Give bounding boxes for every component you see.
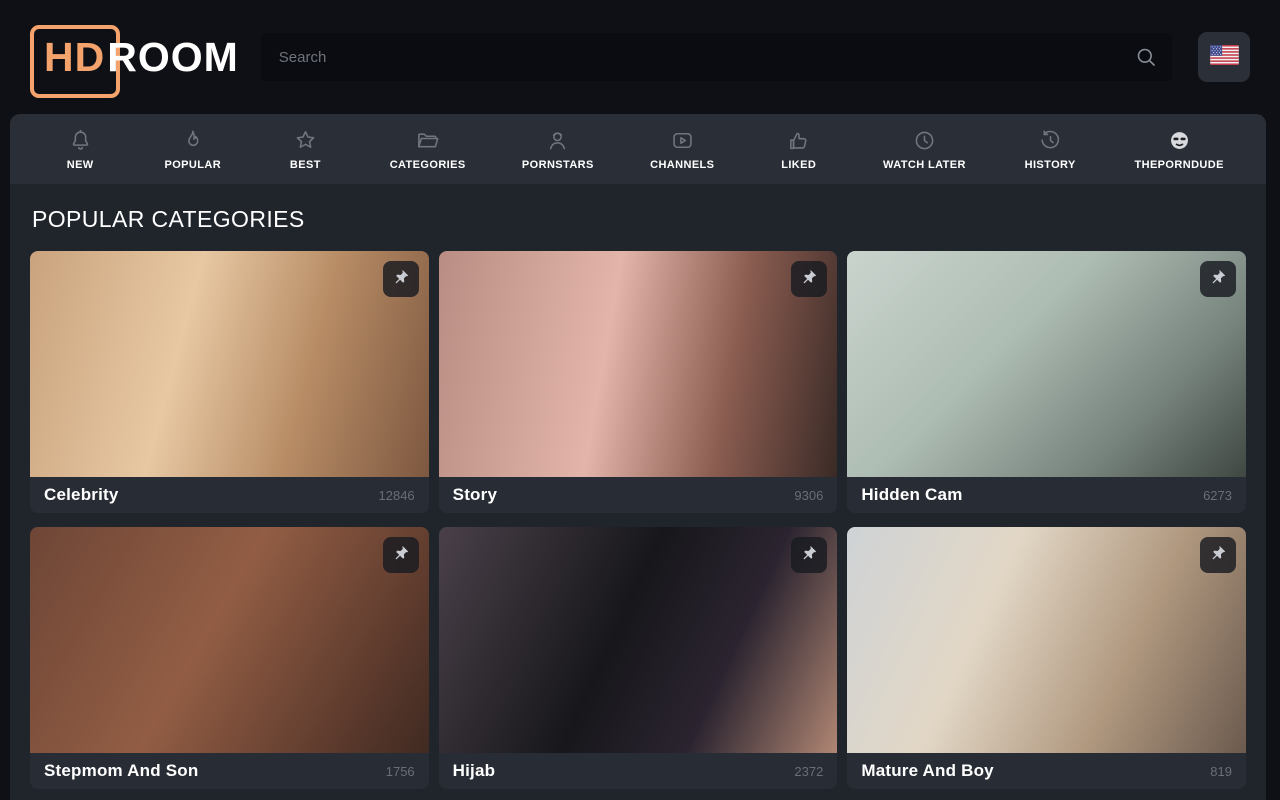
category-title: Mature And Boy — [861, 761, 994, 781]
site-logo[interactable]: HD ROOM — [30, 25, 239, 90]
pin-icon — [1208, 267, 1228, 292]
pin-button[interactable] — [791, 537, 827, 573]
nav-item-label: PORNSTARS — [522, 159, 594, 171]
category-thumbnail — [847, 251, 1246, 477]
category-title: Stepmom And Son — [44, 761, 198, 781]
language-button[interactable] — [1198, 32, 1250, 82]
play-channel-icon — [669, 127, 696, 154]
pin-icon — [391, 543, 411, 568]
page-title: POPULAR CATEGORIES — [32, 206, 1246, 233]
nav-item[interactable]: THEPORNDUDE — [1134, 127, 1223, 171]
category-title: Story — [453, 485, 497, 505]
logo-hd-text: HD — [44, 37, 105, 78]
content-wrapper: NEW POPULAR BEST CATEGORIES PORNSTARS CH… — [10, 114, 1266, 800]
nav-item[interactable]: CATEGORIES — [390, 127, 466, 171]
nav-item-label: CATEGORIES — [390, 159, 466, 171]
pin-button[interactable] — [791, 261, 827, 297]
category-thumbnail — [847, 527, 1246, 753]
nav-item-label: POPULAR — [164, 159, 221, 171]
nav-item-label: THEPORNDUDE — [1134, 159, 1223, 171]
nav-item[interactable]: BEST — [277, 127, 333, 171]
top-header: HD ROOM — [0, 0, 1280, 114]
category-count: 6273 — [1203, 488, 1232, 503]
nav-item-label: NEW — [67, 159, 94, 171]
star-icon — [292, 127, 319, 154]
pin-icon — [799, 267, 819, 292]
search-input[interactable] — [261, 33, 1172, 81]
category-title: Hijab — [453, 761, 496, 781]
category-card-footer: Stepmom And Son 1756 — [30, 753, 429, 789]
category-count: 819 — [1210, 764, 1232, 779]
category-title: Hidden Cam — [861, 485, 962, 505]
category-card-footer: Hidden Cam 6273 — [847, 477, 1246, 513]
search-icon[interactable] — [1134, 45, 1158, 69]
bell-icon — [67, 127, 94, 154]
sunglasses-face-icon — [1166, 127, 1193, 154]
category-card-footer: Hijab 2372 — [439, 753, 838, 789]
category-count: 9306 — [794, 488, 823, 503]
category-card[interactable]: Celebrity 12846 — [30, 251, 429, 513]
category-thumbnail — [439, 527, 838, 753]
nav-item[interactable]: POPULAR — [164, 127, 221, 171]
category-card[interactable]: Mature And Boy 819 — [847, 527, 1246, 789]
category-thumbnail — [30, 251, 429, 477]
category-card[interactable]: Story 9306 — [439, 251, 838, 513]
category-count: 1756 — [386, 764, 415, 779]
pin-icon — [799, 543, 819, 568]
category-card[interactable]: Hijab 2372 — [439, 527, 838, 789]
category-grid: Celebrity 12846 Story 9306 Hidden Cam 62… — [30, 251, 1246, 789]
folder-icon — [414, 127, 441, 154]
nav-item[interactable]: PORNSTARS — [522, 127, 594, 171]
nav-item[interactable]: HISTORY — [1022, 127, 1078, 171]
pin-button[interactable] — [383, 537, 419, 573]
category-card-footer: Celebrity 12846 — [30, 477, 429, 513]
thumb-up-icon — [785, 127, 812, 154]
nav-item[interactable]: CHANNELS — [650, 127, 714, 171]
category-thumbnail — [30, 527, 429, 753]
us-flag-icon — [1210, 45, 1239, 70]
pin-icon — [1208, 543, 1228, 568]
main-navbar: NEW POPULAR BEST CATEGORIES PORNSTARS CH… — [10, 114, 1266, 184]
nav-item[interactable]: WATCH LATER — [883, 127, 966, 171]
category-thumbnail — [439, 251, 838, 477]
nav-item[interactable]: NEW — [52, 127, 108, 171]
category-count: 2372 — [794, 764, 823, 779]
pin-button[interactable] — [383, 261, 419, 297]
category-card[interactable]: Stepmom And Son 1756 — [30, 527, 429, 789]
nav-item-label: LIKED — [781, 159, 816, 171]
nav-item-label: BEST — [290, 159, 321, 171]
pin-button[interactable] — [1200, 537, 1236, 573]
category-card[interactable]: Hidden Cam 6273 — [847, 251, 1246, 513]
nav-item-label: WATCH LATER — [883, 159, 966, 171]
category-card-footer: Story 9306 — [439, 477, 838, 513]
clock-icon — [911, 127, 938, 154]
category-title: Celebrity — [44, 485, 119, 505]
person-icon — [544, 127, 571, 154]
category-card-footer: Mature And Boy 819 — [847, 753, 1246, 789]
nav-item[interactable]: LIKED — [771, 127, 827, 171]
pin-icon — [391, 267, 411, 292]
search-bar — [261, 33, 1172, 81]
pin-button[interactable] — [1200, 261, 1236, 297]
main-content: POPULAR CATEGORIES Celebrity 12846 Story… — [10, 184, 1266, 789]
nav-item-label: CHANNELS — [650, 159, 714, 171]
logo-room-text: ROOM — [107, 37, 239, 78]
flame-icon — [179, 127, 206, 154]
history-icon — [1037, 127, 1064, 154]
nav-item-label: HISTORY — [1025, 159, 1076, 171]
category-count: 12846 — [379, 488, 415, 503]
